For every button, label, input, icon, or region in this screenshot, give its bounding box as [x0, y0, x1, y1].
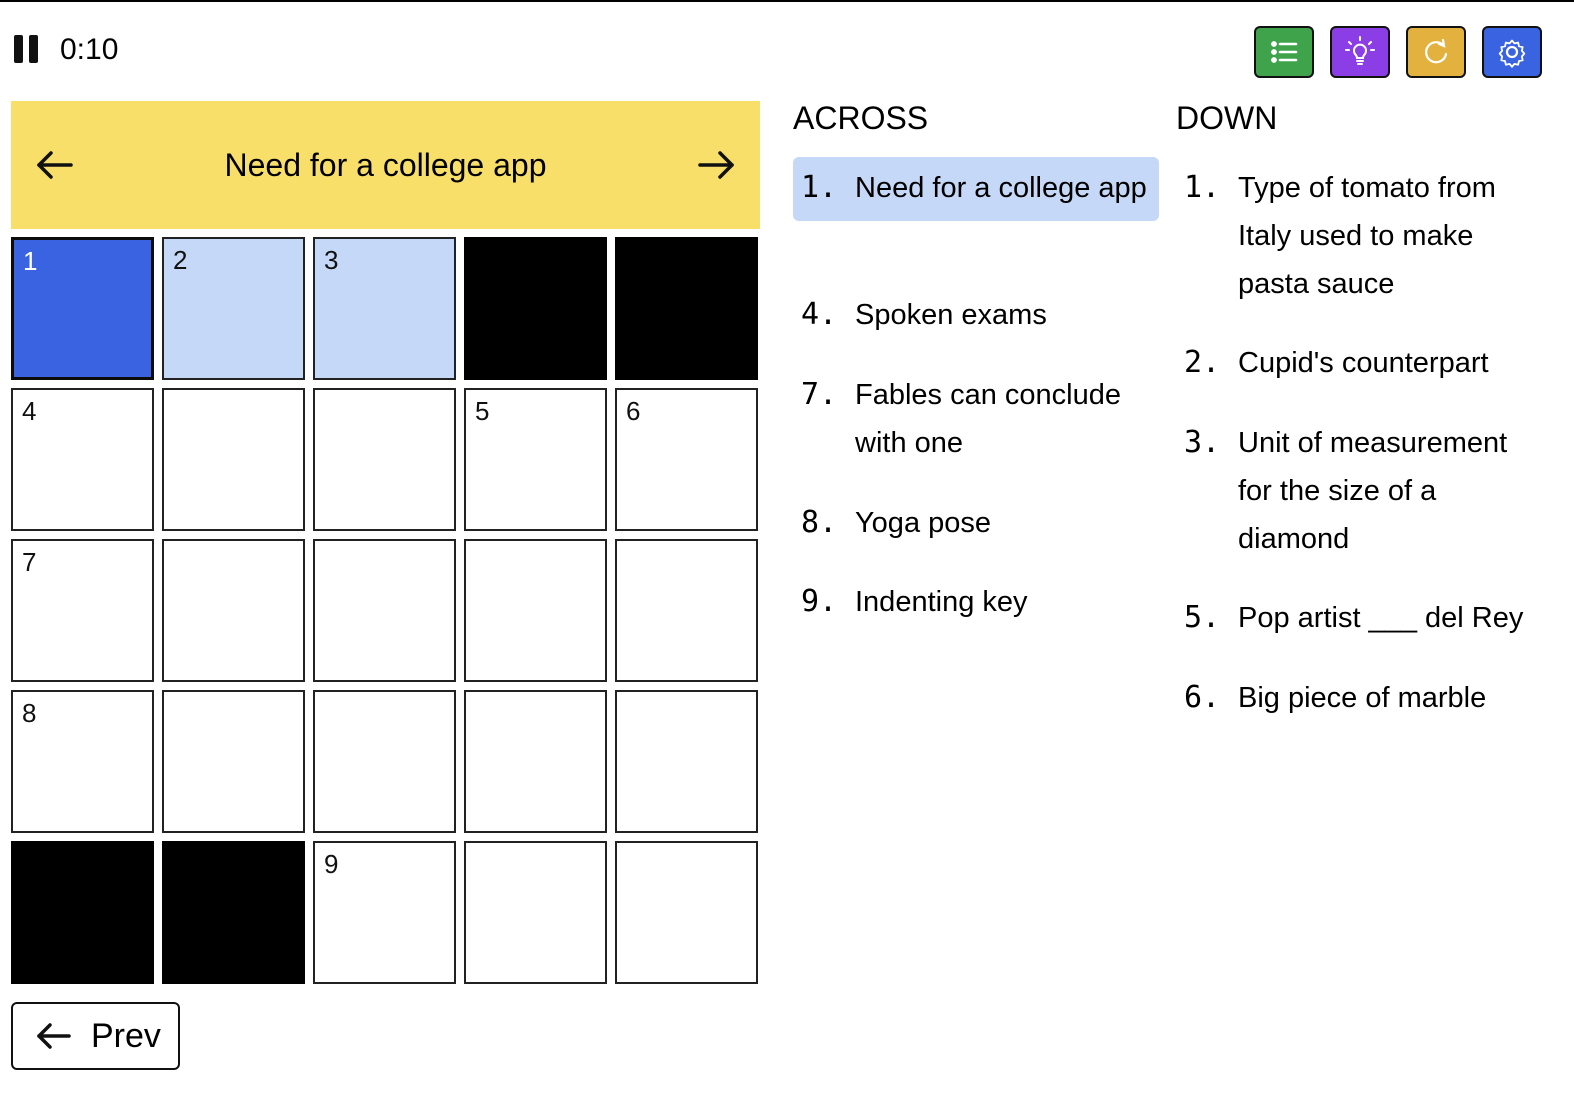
hint-button[interactable] [1330, 26, 1390, 78]
clue-number: 1. [1184, 170, 1221, 205]
clue-number: 4. [801, 297, 838, 332]
grid-block-cell [11, 841, 154, 984]
clue-number: 6. [1184, 680, 1221, 715]
grid-cell[interactable]: 9 [313, 841, 456, 984]
next-clue-button[interactable] [692, 141, 740, 189]
grid-cell[interactable] [464, 841, 607, 984]
current-clue-banner: Need for a college app [11, 101, 760, 229]
across-clue-7[interactable]: 7. Fables can conclude with one [793, 371, 1159, 467]
list-button[interactable] [1254, 26, 1314, 78]
down-clue-3[interactable]: 3. Unit of measurement for the size of a … [1176, 419, 1548, 563]
clue-text: Indenting key [855, 586, 1028, 618]
grid-cell[interactable] [162, 388, 305, 531]
settings-button[interactable] [1482, 26, 1542, 78]
across-clue-9[interactable]: 9. Indenting key [793, 578, 1159, 626]
gear-icon [1498, 39, 1526, 68]
clue-number: 3. [1184, 425, 1221, 460]
clue-text: Big piece of marble [1238, 682, 1487, 714]
cell-number: 7 [22, 547, 37, 577]
grid-cell[interactable] [313, 388, 456, 531]
grid-cell[interactable] [615, 539, 758, 682]
clue-number: 5. [1184, 600, 1221, 635]
grid-cell[interactable] [313, 690, 456, 833]
grid-cell[interactable]: 2 [162, 237, 305, 380]
clue-number: 8. [801, 505, 838, 540]
prev-label: Prev [91, 1016, 161, 1055]
clue-text: Cupid's counterpart [1238, 347, 1489, 379]
list-icon [1271, 41, 1298, 63]
grid-cell[interactable] [615, 841, 758, 984]
cell-number: 1 [23, 246, 38, 276]
lightbulb-icon [1345, 36, 1375, 65]
clue-text: Fables can conclude with one [855, 379, 1121, 459]
timer-value: 0:10 [60, 33, 119, 66]
clue-text: Yoga pose [855, 507, 992, 539]
current-clue-text: Need for a college app [224, 146, 547, 183]
down-clue-2[interactable]: 2. Cupid's counterpart [1176, 339, 1548, 387]
arrow-left-icon [37, 1023, 71, 1049]
prev-button[interactable]: Prev [11, 1002, 180, 1070]
clue-text: Need for a college app [855, 172, 1147, 204]
down-clue-5[interactable]: 5. Pop artist ___ del Rey [1176, 594, 1548, 642]
grid-cell[interactable] [464, 690, 607, 833]
grid-cell[interactable]: 4 [11, 388, 154, 531]
clue-number: 1. [801, 170, 838, 205]
clue-text: Unit of measurement for the size of a di… [1238, 427, 1508, 555]
grid-cell[interactable] [615, 690, 758, 833]
grid-cell[interactable]: 8 [11, 690, 154, 833]
across-heading: ACROSS [793, 100, 929, 136]
timer: 0:10 [14, 30, 118, 70]
arrow-left-icon [37, 151, 73, 179]
cell-number: 2 [173, 245, 188, 275]
grid-cell[interactable] [464, 539, 607, 682]
clue-number: 7. [801, 377, 838, 412]
across-clue-8[interactable]: 8. Yoga pose [793, 499, 1159, 547]
toolbar [1254, 26, 1542, 78]
grid-cell[interactable]: 5 [464, 388, 607, 531]
refresh-icon [1425, 38, 1448, 64]
down-heading: DOWN [1176, 100, 1278, 136]
grid-cell-active[interactable]: 1 [11, 237, 154, 380]
grid-cell[interactable]: 6 [615, 388, 758, 531]
grid-cell[interactable] [162, 539, 305, 682]
previous-clue-button[interactable] [31, 141, 79, 189]
down-clue-6[interactable]: 6. Big piece of marble [1176, 674, 1548, 722]
clue-number: 9. [801, 584, 838, 619]
grid-block-cell [162, 841, 305, 984]
cell-number: 6 [626, 396, 641, 426]
clue-number: 2. [1184, 345, 1221, 380]
across-clue-1[interactable]: 1. Need for a college app [793, 157, 1159, 221]
pause-icon[interactable] [14, 35, 40, 65]
top-border [0, 0, 1574, 2]
cell-number: 4 [22, 396, 37, 426]
grid-block-cell [464, 237, 607, 380]
crossword-grid: 1 2 3 4 5 6 7 8 9 [11, 237, 760, 986]
grid-cell[interactable] [162, 690, 305, 833]
down-clue-1[interactable]: 1. Type of tomato from Italy used to make… [1176, 164, 1548, 308]
arrow-right-icon [698, 151, 734, 179]
clue-text: Spoken exams [855, 299, 1047, 331]
cell-number: 3 [324, 245, 339, 275]
reset-button[interactable] [1406, 26, 1466, 78]
across-clue-4[interactable]: 4. Spoken exams [793, 291, 1159, 339]
grid-block-cell [615, 237, 758, 380]
cell-number: 8 [22, 698, 37, 728]
grid-cell[interactable]: 3 [313, 237, 456, 380]
cell-number: 5 [475, 396, 490, 426]
cell-number: 9 [324, 849, 339, 879]
grid-cell[interactable] [313, 539, 456, 682]
grid-cell[interactable]: 7 [11, 539, 154, 682]
clue-text: Pop artist ___ del Rey [1238, 602, 1524, 634]
clue-text: Type of tomato from Italy used to make p… [1238, 172, 1496, 300]
